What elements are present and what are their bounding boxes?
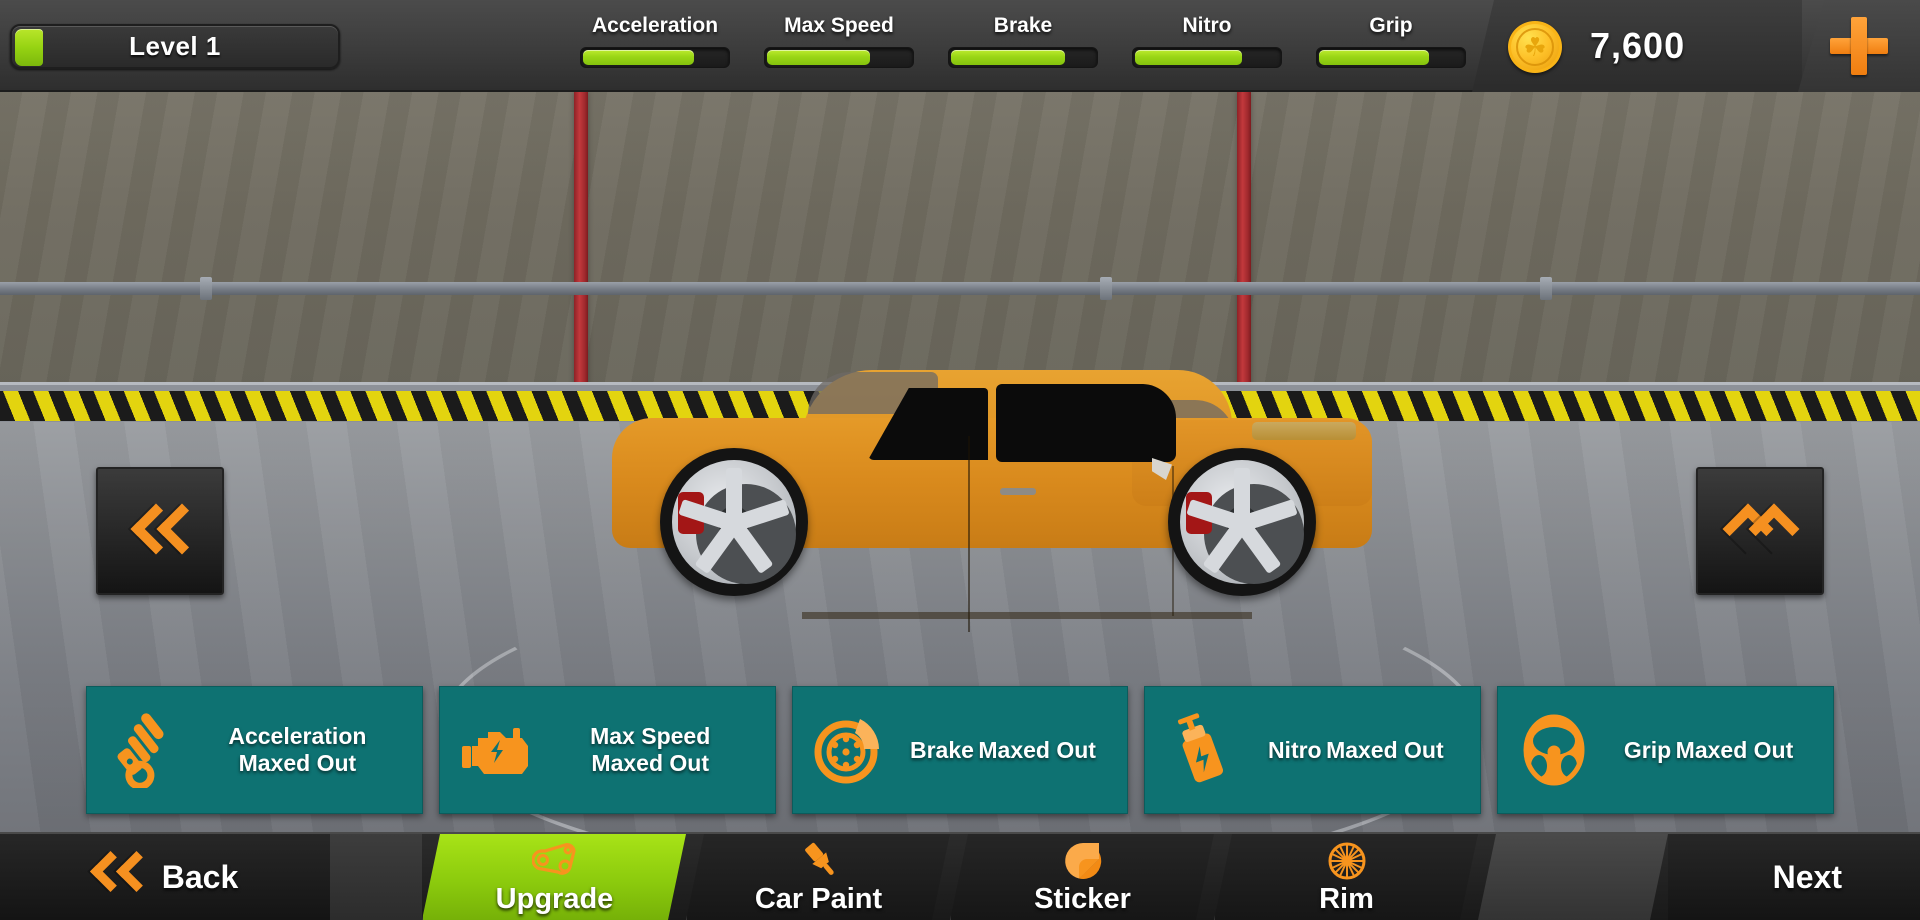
stat-label: Nitro	[1182, 14, 1232, 37]
tab-label: Sticker	[1034, 882, 1131, 915]
upgrade-card-title: Acceleration	[228, 723, 367, 749]
stat-nitro: Nitro	[1132, 14, 1282, 68]
upgrade-card-brake[interactable]: Brake Maxed Out	[791, 686, 1129, 814]
upgrade-card-status: Maxed Out	[238, 750, 357, 776]
upgrade-card-title: Nitro	[1267, 736, 1322, 763]
rear-wheel	[1168, 448, 1316, 596]
previous-car-button[interactable]	[96, 467, 224, 595]
pipe-joint	[1540, 277, 1552, 300]
nav-gap	[1478, 834, 1668, 920]
stat-max-speed: Max Speed	[764, 14, 914, 68]
stat-bar-track	[948, 47, 1098, 68]
engine-icon	[450, 704, 542, 796]
stat-label: Brake	[993, 14, 1053, 37]
upgrade-card-status: Maxed Out	[978, 736, 1096, 763]
front-wheel	[660, 448, 808, 596]
upgrade-card-nitro[interactable]: Nitro Maxed Out	[1144, 686, 1482, 814]
double-chevron-right-icon	[1734, 505, 1786, 557]
pipe-joint	[1100, 277, 1112, 300]
stat-bar-track	[1132, 47, 1282, 68]
add-currency-button[interactable]	[1798, 0, 1920, 92]
upgrade-card-title: Max Speed	[590, 723, 711, 749]
double-chevron-left-icon	[92, 851, 144, 903]
stat-bar-fill	[1135, 50, 1242, 65]
top-hud-bar: Level 1 Acceleration Max Speed Brake Nit…	[0, 0, 1920, 92]
car-model	[612, 370, 1372, 632]
stat-bars-group: Acceleration Max Speed Brake Nitro Grip	[580, 14, 1466, 68]
upgrade-card-max-speed[interactable]: Max Speed Maxed Out	[438, 686, 776, 814]
tab-rim[interactable]: Rim	[1214, 834, 1478, 920]
coin-icon: ☘	[1508, 21, 1562, 73]
coin-amount: 7,600	[1590, 25, 1686, 66]
upgrade-card-status: Maxed Out	[1326, 736, 1444, 763]
timing-belt-icon	[532, 839, 578, 881]
wheel-rim-icon	[1327, 839, 1367, 881]
upgrade-card-grip[interactable]: Grip Maxed Out	[1497, 686, 1834, 814]
tab-upgrade[interactable]: Upgrade	[422, 834, 686, 920]
stat-bar-fill	[583, 50, 695, 65]
nitro-bottle-icon	[1155, 704, 1247, 796]
stat-bar-track	[580, 47, 730, 68]
upgrade-card-title: Brake	[910, 736, 974, 763]
garage-pillar	[1237, 92, 1251, 392]
nav-spacer	[330, 834, 422, 920]
next-car-button[interactable]	[1696, 467, 1824, 595]
bottom-navigation-bar: Back Upgrade Car Paint Sticker Rim Next	[0, 832, 1920, 920]
paint-brush-icon	[797, 839, 841, 881]
garage-pillar	[574, 92, 588, 392]
double-chevron-left-icon	[134, 505, 186, 557]
tab-label: Car Paint	[754, 882, 883, 915]
ceiling-pipe	[0, 282, 1920, 295]
sticker-icon	[1063, 839, 1103, 881]
back-button-label: Back	[161, 858, 239, 895]
stat-acceleration: Acceleration	[580, 14, 730, 68]
tab-sticker[interactable]: Sticker	[950, 834, 1214, 920]
game-screen: Level 1 Acceleration Max Speed Brake Nit…	[0, 0, 1920, 920]
plus-icon	[1830, 17, 1888, 75]
upgrade-card-acceleration[interactable]: Acceleration Maxed Out	[86, 686, 423, 814]
next-button[interactable]: Next	[1668, 834, 1920, 920]
upgrade-card-status: Maxed Out	[1675, 736, 1794, 763]
stat-bar-fill	[1319, 50, 1429, 65]
tab-label: Upgrade	[495, 882, 614, 915]
stat-bar-fill	[767, 50, 870, 65]
stat-label: Grip	[1369, 14, 1413, 37]
upgrade-card-title: Grip	[1623, 736, 1672, 763]
stat-bar-fill	[951, 50, 1066, 65]
stat-label: Acceleration	[591, 14, 719, 37]
garage-wall	[0, 92, 1920, 392]
back-button[interactable]: Back	[0, 834, 330, 920]
pipe-joint	[200, 277, 212, 300]
steering-wheel-icon	[1508, 704, 1600, 796]
upgrade-card-status: Maxed Out	[591, 750, 709, 776]
level-progress-bar: Level 1	[10, 24, 340, 69]
tab-car-paint[interactable]: Car Paint	[686, 834, 950, 920]
stat-bar-track	[764, 47, 914, 68]
stat-bar-track	[1316, 47, 1466, 68]
level-label: Level 1	[129, 31, 221, 61]
coin-clover-glyph: ☘	[1523, 32, 1547, 62]
upgrade-cards-row: Acceleration Maxed Out Max Speed Maxed O…	[0, 686, 1920, 814]
brake-disc-icon	[803, 704, 895, 796]
stat-brake: Brake	[948, 14, 1098, 68]
stat-grip: Grip	[1316, 14, 1466, 68]
currency-panel: ☘ 7,600	[1472, 0, 1802, 92]
tab-label: Rim	[1319, 882, 1374, 915]
stat-label: Max Speed	[784, 14, 894, 37]
next-button-label: Next	[1772, 858, 1842, 895]
shock-absorber-icon	[97, 704, 189, 796]
